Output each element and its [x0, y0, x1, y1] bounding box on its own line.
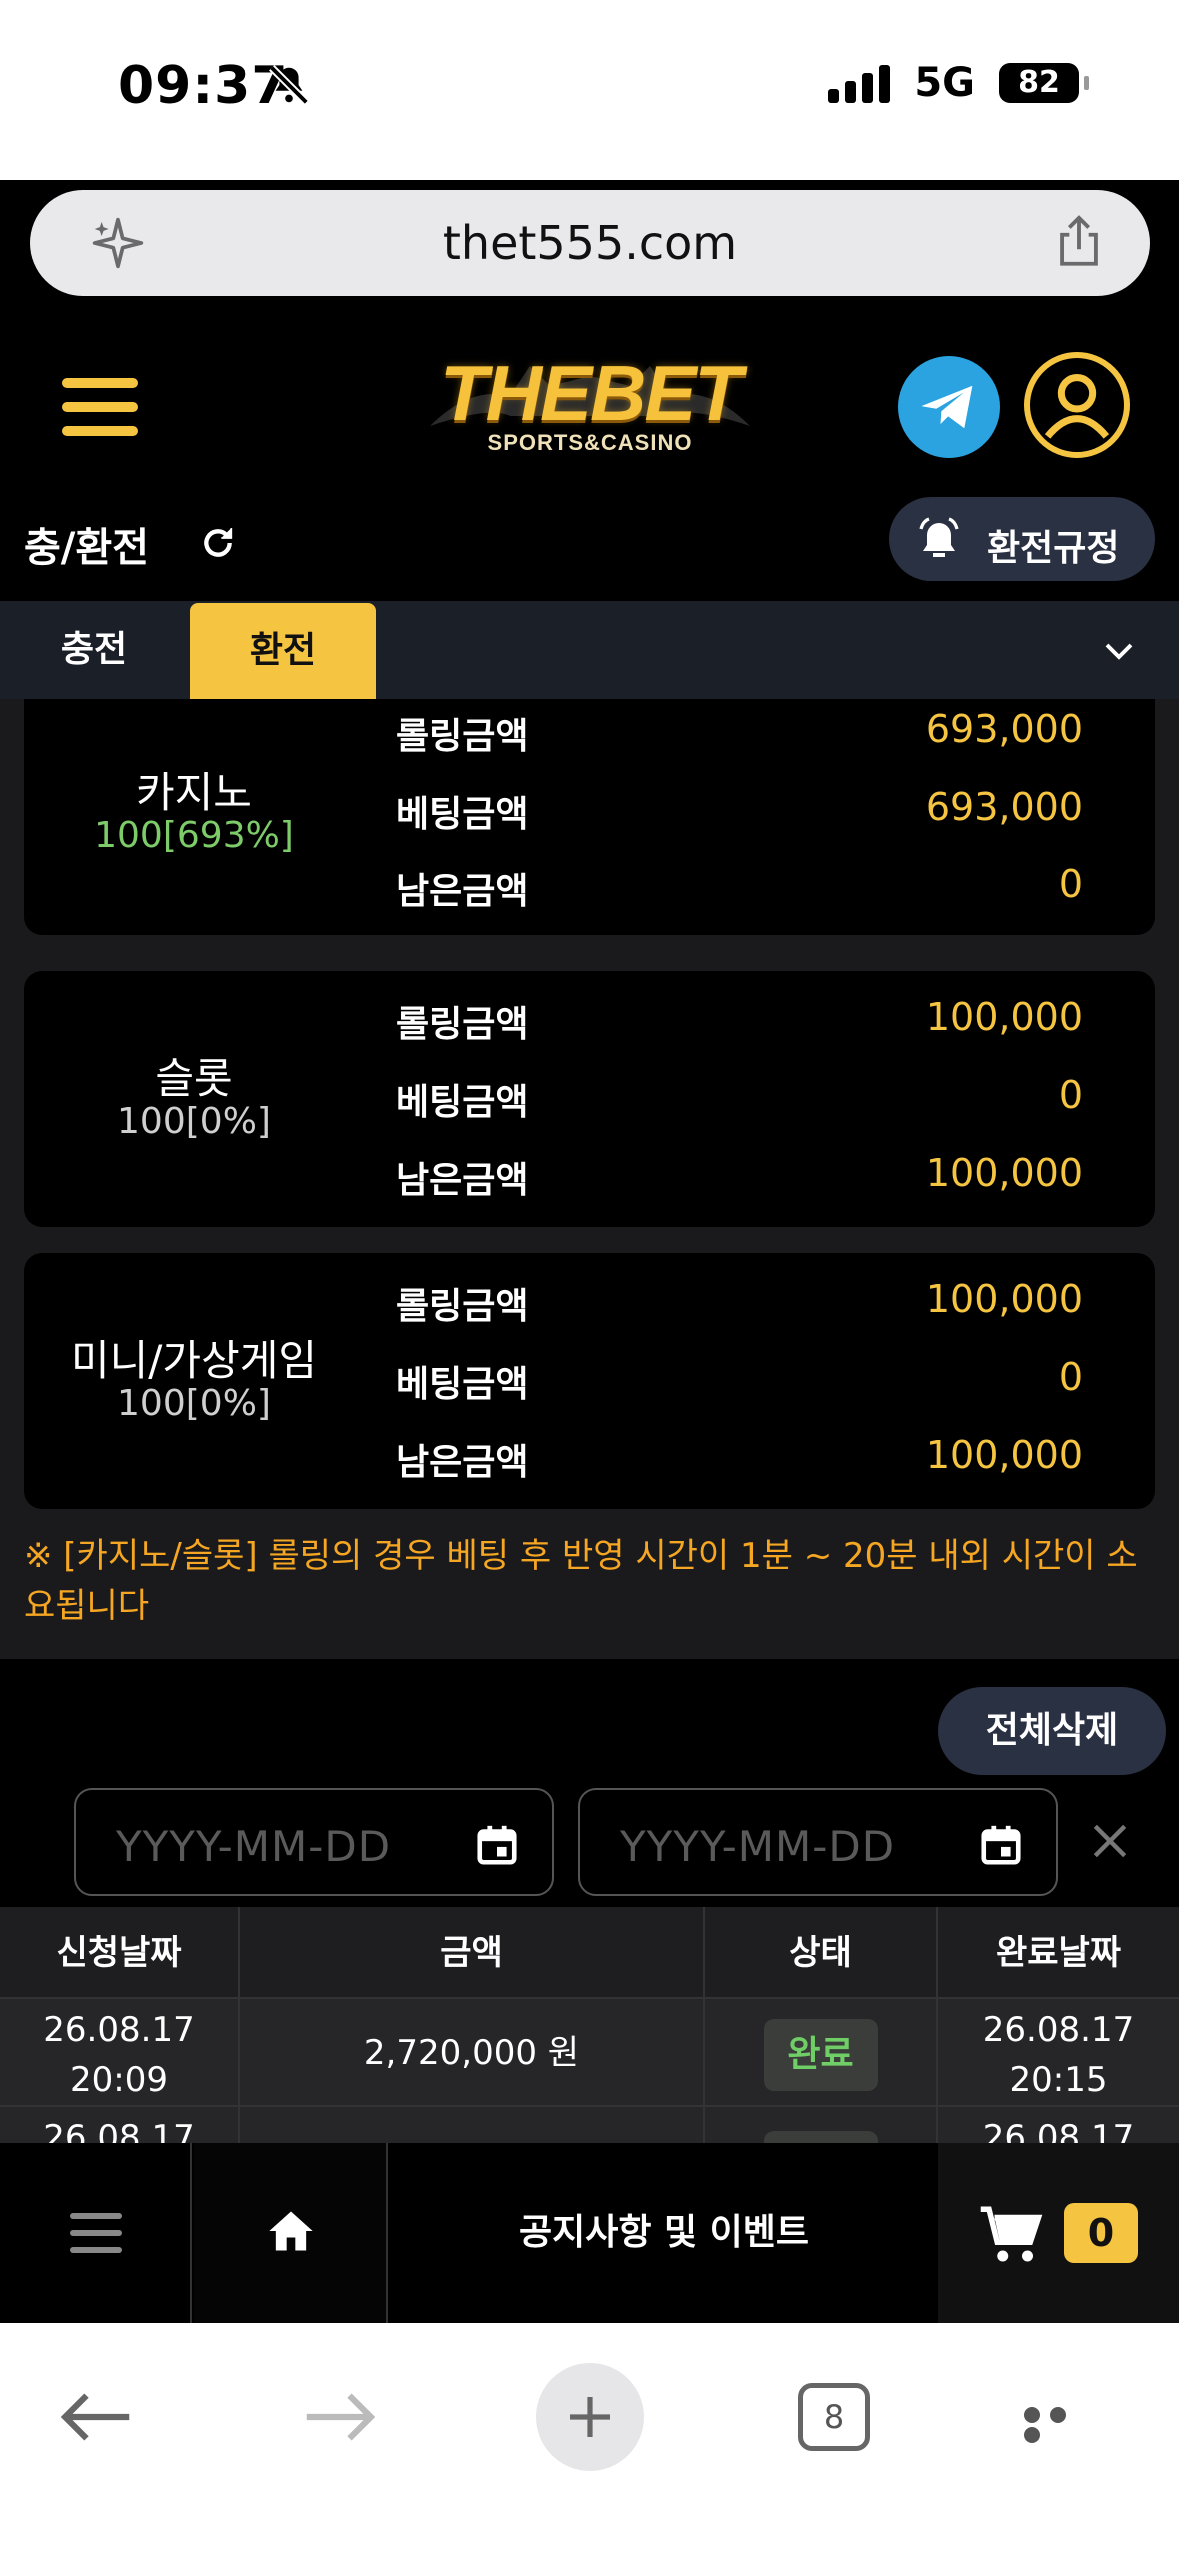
- calendar-icon[interactable]: [474, 1820, 520, 1870]
- betting-label: 베팅금액: [396, 1082, 529, 1123]
- cart-button[interactable]: 0: [938, 2143, 1179, 2323]
- new-tab-button[interactable]: [536, 2363, 644, 2471]
- casino-card: 카지노 100[693%] 롤링금액 693,000 베팅금액 693,000 …: [24, 699, 1155, 935]
- remaining-value: 100,000: [925, 1151, 1083, 1195]
- cart-count-badge: 0: [1064, 2203, 1138, 2263]
- rolling-label: 롤링금액: [396, 716, 529, 757]
- chevron-down-icon[interactable]: [1099, 633, 1139, 669]
- close-icon[interactable]: [1088, 1819, 1132, 1863]
- betting-label: 베팅금액: [396, 1364, 529, 1405]
- complete-time: 20:15: [1009, 2060, 1108, 2100]
- rolling-value: 693,000: [925, 707, 1083, 751]
- logo-sub-text: SPORTS&CASINO: [487, 430, 693, 455]
- remaining-label: 남은금액: [396, 1442, 529, 1483]
- home-icon: [269, 2211, 313, 2251]
- remaining-value: 100,000: [925, 1433, 1083, 1477]
- slot-card: 슬롯 100[0%] 롤링금액 100,000 베팅금액 0 남은금액 100,…: [24, 971, 1155, 1227]
- amount-cell: 2,720,000 원: [240, 1999, 705, 2107]
- column-request-date: 신청날짜: [0, 1907, 240, 1999]
- telegram-icon[interactable]: [898, 356, 1000, 458]
- column-status: 상태: [705, 1907, 938, 1999]
- calendar-icon[interactable]: [978, 1820, 1024, 1870]
- more-options-icon[interactable]: [1024, 2407, 1096, 2443]
- tabs-count-button[interactable]: 8: [798, 2383, 870, 2451]
- request-date-cell: 26.08.17 20:09: [0, 1999, 240, 2107]
- status-time: 09:37: [118, 56, 289, 116]
- rolling-notice: ※ [카지노/슬롯] 롤링의 경우 베팅 후 반영 시간이 1분 ~ 20분 내…: [24, 1536, 1138, 1626]
- browser-toolbar: 8: [0, 2323, 1179, 2556]
- address-bar[interactable]: thet555.com: [30, 190, 1150, 296]
- date-from-placeholder: YYYY-MM-DD: [116, 1822, 392, 1871]
- table-header: 신청날짜 금액 상태 완료날짜: [0, 1907, 1179, 1999]
- card-name: 카지노: [136, 768, 252, 817]
- betting-value: 693,000: [925, 785, 1083, 829]
- page-title: 충/환전: [24, 525, 150, 571]
- table-row[interactable]: 26.08.17 20:09 2,720,000 원 완료 26.08.17 20:…: [0, 1999, 1179, 2107]
- betting-label: 베팅금액: [396, 794, 529, 835]
- exchange-rules-label: 환전규정: [987, 528, 1120, 569]
- logo-main-text: THEBET: [440, 349, 742, 437]
- status-badge: 완료: [763, 2019, 878, 2091]
- card-percent: 100[0%]: [117, 1101, 271, 1142]
- mini-game-card: 미니/가상게임 100[0%] 롤링금액 100,000 베팅금액 0 남은금액…: [24, 1253, 1155, 1509]
- notice-events-button[interactable]: 공지사항 및 이벤트: [390, 2143, 938, 2323]
- amount: 2,720,000 원: [363, 2033, 580, 2073]
- url-text[interactable]: thet555.com: [30, 216, 1150, 270]
- network-type: 5G: [914, 60, 975, 106]
- rolling-value: 100,000: [925, 1277, 1083, 1321]
- rolling-label: 롤링금액: [396, 1004, 529, 1045]
- exchange-history: 전체삭제 YYYY-MM-DD YYYY-MM-DD 신청날짜 금액 상태 완료…: [0, 1659, 1179, 2167]
- signal-icon: [828, 63, 891, 103]
- betting-value: 0: [1058, 1073, 1083, 1117]
- exchange-rules-button[interactable]: 환전규정: [889, 497, 1155, 581]
- date-from-field[interactable]: YYYY-MM-DD: [74, 1788, 554, 1896]
- battery-icon: 82: [999, 63, 1089, 103]
- rolling-label: 롤링금액: [396, 1286, 529, 1327]
- card-name: 슬롯: [155, 1054, 233, 1103]
- delete-all-button[interactable]: 전체삭제: [938, 1687, 1166, 1775]
- betting-value: 0: [1058, 1355, 1083, 1399]
- card-percent: 100[0%]: [117, 1383, 271, 1424]
- status-indicators: 5G 82: [828, 60, 1089, 106]
- remaining-value: 0: [1058, 862, 1083, 906]
- forward-arrow-icon[interactable]: [302, 2387, 378, 2447]
- plus-icon: [570, 2397, 610, 2437]
- history-table: 신청날짜 금액 상태 완료날짜 26.08.17 20:09 2,720,000 …: [0, 1907, 1179, 2167]
- date-to-field[interactable]: YYYY-MM-DD: [578, 1788, 1058, 1896]
- status-bar: 09:37 5G 82 thet555.com: [0, 0, 1179, 296]
- remaining-label: 남은금액: [396, 871, 529, 912]
- site-logo[interactable]: THEBET SPORTS&CASINO: [430, 350, 750, 470]
- date-to-placeholder: YYYY-MM-DD: [620, 1822, 896, 1871]
- bell-off-icon: [269, 65, 309, 105]
- rolling-value: 100,000: [925, 995, 1083, 1039]
- card-name: 미니/가상게임: [71, 1336, 317, 1385]
- back-arrow-icon[interactable]: [58, 2387, 134, 2447]
- tab-exchange[interactable]: 환전: [190, 603, 376, 699]
- complete-date: 26.08.17: [982, 2010, 1135, 2050]
- user-account-icon[interactable]: [1024, 352, 1130, 458]
- app-header: THEBET SPORTS&CASINO: [0, 328, 1179, 483]
- complete-date-cell: 26.08.17 20:15: [938, 1999, 1179, 2107]
- card-percent: 100[693%]: [94, 815, 294, 856]
- cart-icon: [980, 2206, 1043, 2262]
- hamburger-menu-icon[interactable]: [62, 378, 138, 436]
- request-time: 20:09: [70, 2060, 168, 2100]
- home-button[interactable]: [194, 2143, 388, 2323]
- share-icon[interactable]: [1050, 212, 1108, 272]
- bottom-nav: 공지사항 및 이벤트 0: [0, 2143, 1179, 2323]
- menu-icon: [70, 2213, 122, 2253]
- status-cell: 완료: [705, 1999, 938, 2107]
- refresh-icon[interactable]: [198, 523, 238, 563]
- bottom-menu-button[interactable]: [0, 2143, 192, 2323]
- column-amount: 금액: [240, 1907, 705, 1999]
- column-complete-date: 완료날짜: [995, 1933, 1122, 1973]
- alarm-bell-icon: [919, 517, 959, 557]
- tab-bar: 충전 환전: [0, 601, 1179, 699]
- remaining-label: 남은금액: [396, 1160, 529, 1201]
- rolling-section: 카지노 100[693%] 롤링금액 693,000 베팅금액 693,000 …: [0, 699, 1179, 1659]
- tab-charge[interactable]: 충전: [0, 601, 188, 699]
- request-date: 26.08.17: [43, 2010, 195, 2050]
- title-row: 충/환전 환전규정: [0, 483, 1179, 601]
